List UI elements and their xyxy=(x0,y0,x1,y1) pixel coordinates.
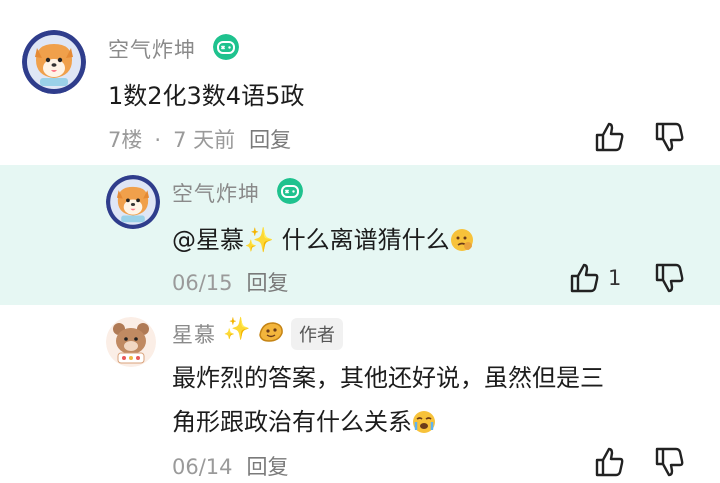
gamepad-icon xyxy=(213,34,239,60)
comment-text-line: 最炸烈的答案，其他还好说，虽然但是三 xyxy=(172,364,604,392)
reply-item: 星慕 ✨ 作者 最炸烈的答案，其他还好说，虽然但是三 角形跟政治有什么关系 06… xyxy=(0,305,720,483)
thumbs-up-icon[interactable] xyxy=(593,120,627,154)
timestamp: 06/14 xyxy=(172,455,233,479)
user-avatar[interactable] xyxy=(22,30,86,94)
reply-item: 空气炸坤 @星慕✨ 什么离谱猜什么 06/15 回复 1 xyxy=(0,165,720,305)
reply-button[interactable]: 回复 xyxy=(249,128,291,152)
crying-face-icon xyxy=(413,411,435,433)
user-avatar[interactable] xyxy=(106,317,156,367)
comment-text: 角形跟政治有什么关系 xyxy=(172,408,412,436)
comment-text: @星慕✨ 什么离谱猜什么 xyxy=(172,221,474,259)
username[interactable]: 星慕 xyxy=(172,319,216,349)
username[interactable]: 空气炸坤 xyxy=(108,34,196,64)
reply-text: 什么离谱猜什么 xyxy=(274,226,450,254)
thumbs-up-icon[interactable] xyxy=(593,445,627,479)
comment-thread: 空气炸坤 1数2化3数4语5政 7楼 · 7 天前 回复 空气炸坤 @星慕✨ 什… xyxy=(0,0,720,483)
fortune-cookie-icon xyxy=(259,322,283,342)
comment-meta: 06/14 回复 xyxy=(172,451,289,481)
reply-button[interactable]: 回复 xyxy=(247,455,289,479)
author-badge: 作者 xyxy=(291,318,343,350)
username[interactable]: 空气炸坤 xyxy=(172,178,260,208)
sparkles-icon: ✨ xyxy=(223,317,251,342)
timestamp: 06/15 xyxy=(172,271,233,295)
mention-link[interactable]: @星慕 xyxy=(172,226,244,254)
comment-meta: 7楼 · 7 天前 回复 xyxy=(108,124,291,154)
thumbs-down-icon[interactable] xyxy=(653,261,687,295)
thumbs-up-icon[interactable] xyxy=(568,261,602,295)
thumbs-down-icon[interactable] xyxy=(653,120,687,154)
thinking-emoji-icon xyxy=(450,229,473,251)
comment-item: 空气炸坤 1数2化3数4语5政 7楼 · 7 天前 回复 xyxy=(0,0,720,165)
timestamp: 7 天前 xyxy=(173,128,236,152)
gamepad-icon xyxy=(277,178,303,204)
user-avatar[interactable] xyxy=(106,175,160,229)
sparkles-icon: ✨ xyxy=(244,226,274,254)
comment-text-line: 角形跟政治有什么关系 xyxy=(172,403,436,441)
comment-meta: 06/15 回复 xyxy=(172,267,289,297)
thumbs-down-icon[interactable] xyxy=(653,445,687,479)
reply-button[interactable]: 回复 xyxy=(247,271,289,295)
comment-text: 1数2化3数4语5政 xyxy=(108,82,305,110)
separator-dot: · xyxy=(154,128,162,152)
like-count: 1 xyxy=(608,266,622,290)
floor-number: 7楼 xyxy=(108,128,143,152)
